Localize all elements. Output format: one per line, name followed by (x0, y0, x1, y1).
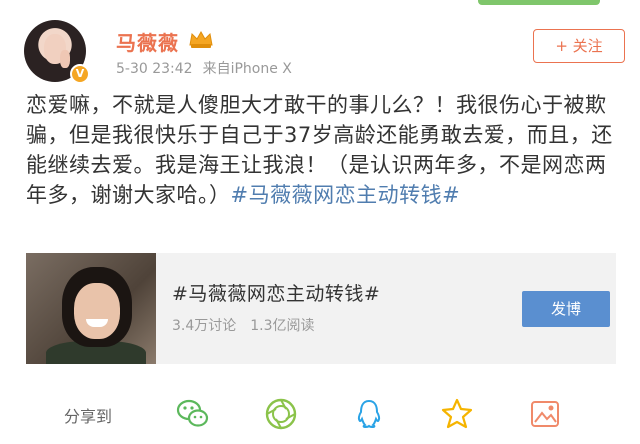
topic-card[interactable]: #马薇薇网恋主动转钱# 3.4万讨论 1.3亿阅读 发博 (26, 253, 616, 364)
username[interactable]: 马薇薇 (116, 27, 179, 56)
wechat-icon[interactable] (176, 397, 210, 431)
hashtag-link[interactable]: #马薇薇网恋主动转钱# (231, 183, 461, 207)
post-button[interactable]: 发博 (522, 291, 610, 327)
topic-reads: 1.3亿阅读 (250, 318, 315, 334)
post-meta: 5-30 23:42 来自iPhone X (116, 58, 292, 78)
topic-thumbnail (26, 253, 156, 364)
vip-crown-icon (189, 30, 213, 48)
top-bar (0, 0, 640, 6)
moments-icon[interactable] (264, 397, 298, 431)
topic-title: #马薇薇网恋主动转钱# (172, 283, 381, 305)
post-text: 恋爱嘛，不就是人傻胆大才敢干的事儿么？！我很伤心于被欺骗，但是我很快乐于自己于3… (26, 90, 618, 210)
qq-icon[interactable] (352, 397, 386, 431)
verified-badge-icon: V (70, 64, 90, 84)
follow-button[interactable]: + 关注 (533, 29, 625, 63)
album-icon[interactable] (528, 397, 562, 431)
status-strip (478, 0, 600, 5)
qzone-icon[interactable] (440, 397, 474, 431)
post-source: 来自iPhone X (202, 61, 292, 77)
timestamp: 5-30 23:42 (116, 61, 193, 77)
topic-stats: 3.4万讨论 1.3亿阅读 (172, 315, 315, 335)
topic-discussions: 3.4万讨论 (172, 318, 237, 334)
share-label: 分享到 (64, 407, 113, 426)
